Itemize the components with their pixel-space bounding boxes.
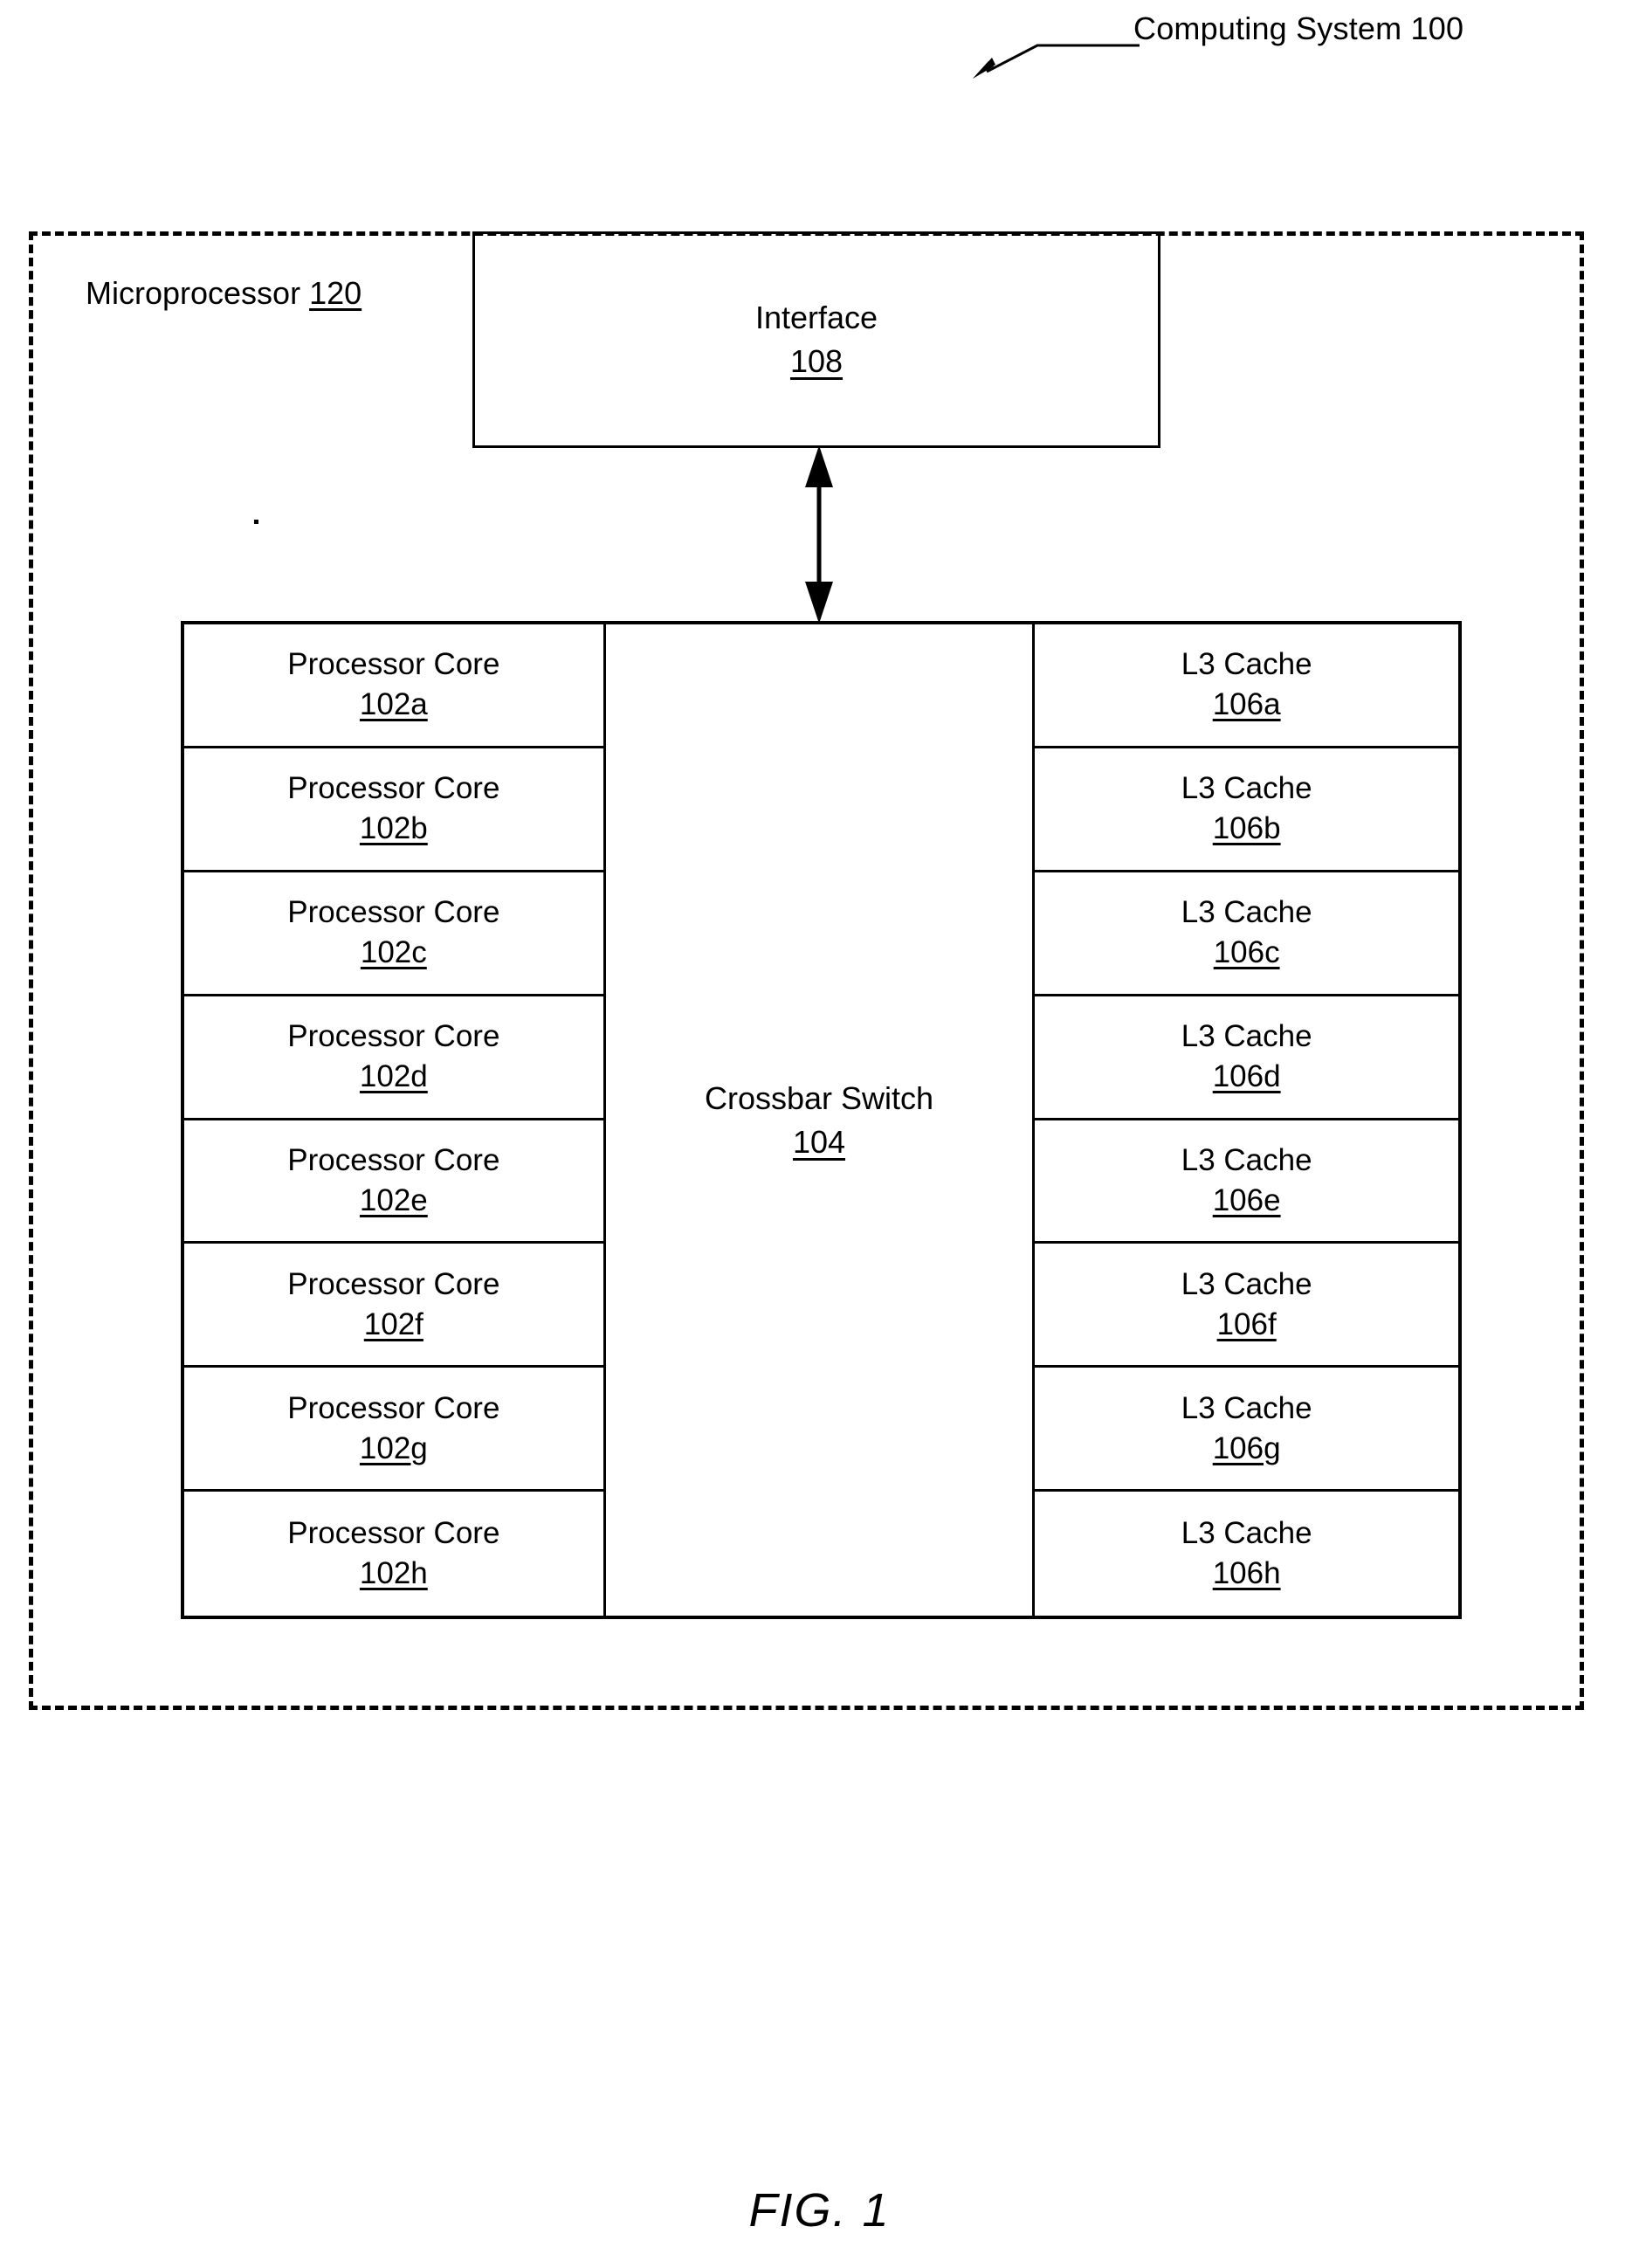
system-leader-line-icon <box>973 44 1140 79</box>
l3-cache-name: L3 Cache <box>1181 1516 1312 1551</box>
l3-cache-cell: L3 Cache 106g <box>1035 1368 1458 1492</box>
l3-cache-ref: 106d <box>1212 1059 1281 1094</box>
interface-block-ref: 108 <box>789 343 844 379</box>
l3-cache-name: L3 Cache <box>1181 895 1312 930</box>
l3-cache-name: L3 Cache <box>1181 771 1312 806</box>
processor-core-cell: Processor Core 102c <box>184 872 603 996</box>
crossbar-switch-name: Crossbar Switch <box>704 1079 934 1116</box>
l3-cache-cell: L3 Cache 106c <box>1035 872 1458 996</box>
l3-cache-name: L3 Cache <box>1181 1390 1312 1425</box>
processor-core-cell: Processor Core 102e <box>184 1120 603 1244</box>
processor-core-ref: 102f <box>363 1306 424 1341</box>
processor-core-cell: Processor Core 102a <box>184 624 603 748</box>
l3-cache-ref: 106g <box>1212 1430 1281 1465</box>
microprocessor-label: Microprocessor 120 <box>86 274 362 313</box>
l3-cache-ref: 106f <box>1216 1306 1277 1341</box>
l3-cache-name: L3 Cache <box>1181 1266 1312 1301</box>
microprocessor-label-text: Microprocessor <box>86 275 301 311</box>
l3-cache-cell: L3 Cache 106d <box>1035 996 1458 1120</box>
patent-figure-page: Computing System 100 Microprocessor 120 … <box>0 0 1639 2268</box>
processor-core-cell: Processor Core 102h <box>184 1492 603 1616</box>
processor-core-name: Processor Core <box>287 895 500 930</box>
processor-core-cell: Processor Core 102g <box>184 1368 603 1492</box>
crossbar-switch-block: Crossbar Switch 104 <box>606 624 1036 1616</box>
processor-core-cell: Processor Core 102b <box>184 748 603 872</box>
processor-core-name: Processor Core <box>287 1390 500 1425</box>
processor-core-cell: Processor Core 102d <box>184 996 603 1120</box>
l3-cache-name: L3 Cache <box>1181 1142 1312 1177</box>
l3-cache-ref: 106h <box>1212 1556 1281 1591</box>
processor-core-ref: 102c <box>360 935 427 970</box>
l3-cache-cell: L3 Cache 106h <box>1035 1492 1458 1616</box>
l3-cache-ref: 106e <box>1212 1182 1281 1217</box>
scan-artifact-speck <box>254 520 258 524</box>
microprocessor-label-ref: 120 <box>309 275 362 311</box>
processor-core-name: Processor Core <box>287 1266 500 1301</box>
interface-block: Interface 108 <box>472 231 1160 448</box>
processor-core-name: Processor Core <box>287 647 500 682</box>
l3-cache-ref: 106a <box>1212 687 1281 722</box>
system-callout-label: Computing System 100 <box>1133 10 1464 46</box>
l3-cache-cell: L3 Cache 106a <box>1035 624 1458 748</box>
processor-core-ref: 102h <box>359 1556 428 1591</box>
l3-cache-column: L3 Cache 106a L3 Cache 106b L3 Cache 106… <box>1035 624 1458 1616</box>
bidirectional-arrow-icon <box>805 445 833 624</box>
l3-cache-cell: L3 Cache 106e <box>1035 1120 1458 1244</box>
l3-cache-cell: L3 Cache 106b <box>1035 748 1458 872</box>
processor-core-cell: Processor Core 102f <box>184 1244 603 1368</box>
processor-core-name: Processor Core <box>287 1142 500 1177</box>
processor-core-column: Processor Core 102a Processor Core 102b … <box>184 624 606 1616</box>
l3-cache-ref: 106b <box>1212 811 1281 846</box>
l3-cache-name: L3 Cache <box>1181 647 1312 682</box>
processor-core-name: Processor Core <box>287 1019 500 1054</box>
l3-cache-cell: L3 Cache 106f <box>1035 1244 1458 1368</box>
processor-core-ref: 102b <box>359 811 428 846</box>
figure-caption: FIG. 1 <box>748 2184 891 2237</box>
processor-core-ref: 102a <box>359 687 428 722</box>
processor-core-name: Processor Core <box>287 1516 500 1551</box>
processor-core-ref: 102e <box>359 1182 428 1217</box>
crossbar-switch-ref: 104 <box>792 1123 846 1160</box>
l3-cache-name: L3 Cache <box>1181 1019 1312 1054</box>
processor-core-ref: 102d <box>359 1059 428 1094</box>
microprocessor-hardware-block: Processor Core 102a Processor Core 102b … <box>181 621 1462 1619</box>
l3-cache-ref: 106c <box>1213 935 1280 970</box>
processor-core-name: Processor Core <box>287 771 500 806</box>
processor-core-ref: 102g <box>359 1430 428 1465</box>
interface-block-name: Interface <box>754 300 878 335</box>
